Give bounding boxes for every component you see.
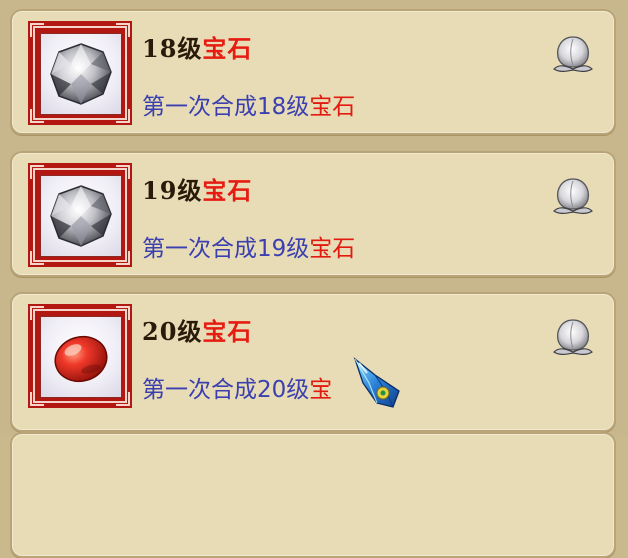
peach-icon[interactable]: [548, 171, 598, 221]
achievement-card-19[interactable]: 19级宝石 第一次合成19级宝石: [10, 151, 616, 277]
achievement-description: 第一次合成19级宝石: [142, 236, 356, 262]
achievement-title: 20级宝石: [142, 317, 253, 346]
achievement-card-20[interactable]: 20级宝石 第一次合成20级宝: [10, 292, 616, 432]
achievement-panel: 18级宝石 第一次合成18级宝石 19级宝石 第一次合成19级宝石 20级宝石 …: [0, 0, 628, 558]
achievement-description: 第一次合成20级宝: [142, 377, 333, 403]
achievement-title: 19级宝石: [142, 176, 253, 205]
item-frame: [28, 21, 132, 125]
item-frame: [28, 304, 132, 408]
peach-icon[interactable]: [548, 29, 598, 79]
achievement-card-18[interactable]: 18级宝石 第一次合成18级宝石: [10, 9, 616, 135]
blue-crystal-icon[interactable]: [347, 353, 407, 413]
white-gem-icon: [50, 43, 112, 105]
peach-icon[interactable]: [548, 312, 598, 362]
achievement-card-next[interactable]: [10, 432, 616, 558]
white-gem-icon: [50, 185, 112, 247]
achievement-title: 18级宝石: [142, 34, 253, 63]
achievement-description: 第一次合成18级宝石: [142, 94, 356, 120]
item-frame: [28, 163, 132, 267]
red-gem-icon: [54, 335, 108, 383]
